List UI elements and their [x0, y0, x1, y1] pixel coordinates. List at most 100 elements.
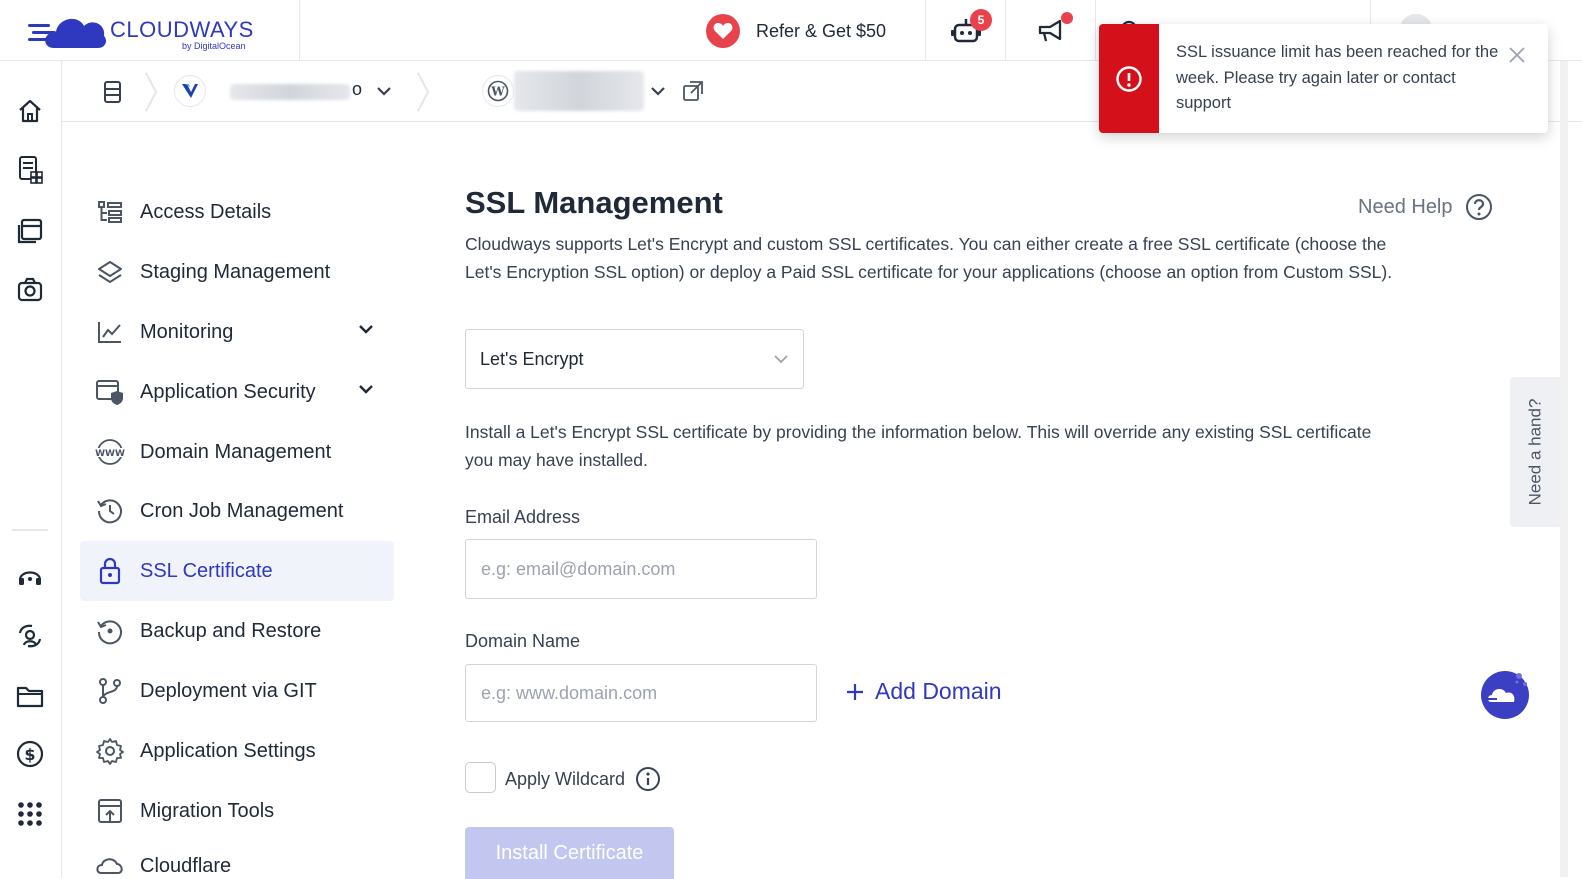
logo[interactable]: CLOUDWAYS by DigitalOcean — [0, 0, 300, 61]
server-list-icon[interactable] — [102, 80, 124, 104]
add-domain-button[interactable]: Add Domain — [845, 678, 1002, 705]
sidebar-item-monitoring[interactable]: Monitoring — [80, 302, 394, 362]
server-name-suffix: o — [352, 79, 363, 99]
chatbot-icon[interactable] — [1479, 668, 1531, 720]
chevron-down-icon[interactable] — [650, 85, 666, 97]
wildcard-checkbox[interactable] — [465, 762, 496, 793]
rail-divider — [12, 529, 48, 531]
page-title: SSL Management — [465, 185, 723, 220]
info-icon[interactable] — [635, 766, 661, 792]
toast-message: SSL issuance limit has been reached for … — [1176, 43, 1499, 112]
email-field[interactable] — [465, 539, 817, 599]
need-help-link[interactable]: Need Help — [1358, 193, 1493, 221]
sidebar-item-label: Access Details — [140, 200, 272, 223]
sidebar-item-label: Staging Management — [140, 260, 331, 283]
need-a-hand-tab[interactable]: Need a hand? — [1510, 377, 1560, 527]
notification-badge: 5 — [970, 9, 992, 31]
chevron-down-icon — [774, 355, 788, 364]
breadcrumb-separator-icon — [145, 72, 158, 112]
install-certificate-button[interactable]: Install Certificate — [465, 827, 674, 879]
breadcrumb-separator-icon — [417, 72, 430, 112]
home-icon[interactable] — [15, 96, 45, 126]
sidebar-item-domain-management[interactable]: WWW Domain Management — [80, 422, 394, 482]
intro-text: Cloudways supports Let's Encrypt and cus… — [465, 234, 1393, 282]
projects-icon[interactable] — [15, 681, 45, 711]
chevron-down-icon[interactable] — [358, 383, 374, 395]
sidebar-item-label: Monitoring — [140, 320, 234, 343]
sidebar-item-label: Cron Job Management — [140, 499, 344, 522]
migration-icon — [80, 797, 140, 825]
support-icon[interactable] — [15, 561, 45, 591]
brand-name: CLOUDWAYS — [110, 17, 254, 42]
access-details-icon — [80, 200, 140, 224]
applications-icon[interactable] — [15, 216, 45, 246]
megaphone-icon — [1038, 19, 1061, 41]
chevron-down-icon[interactable] — [358, 323, 374, 335]
sidebar-item-staging[interactable]: Staging Management — [80, 242, 394, 302]
bot-button[interactable]: 5 — [925, 0, 1005, 61]
error-toast: SSL issuance limit has been reached for … — [1099, 24, 1548, 133]
sidebar-item-label: Application Settings — [140, 739, 316, 762]
chart-line-icon — [80, 320, 140, 344]
backup-icon — [80, 617, 140, 645]
sidebar-item-git-deployment[interactable]: Deployment via GIT — [80, 661, 394, 721]
plus-icon — [847, 683, 863, 700]
wildcard-label: Apply Wildcard — [505, 768, 626, 789]
domain-field[interactable] — [465, 664, 817, 722]
refer-link[interactable]: Refer & Get $50 — [706, 14, 886, 48]
sidebar-item-app-security[interactable]: Application Security — [80, 362, 394, 422]
chevron-down-icon[interactable] — [376, 85, 392, 97]
team-icon[interactable] — [15, 621, 45, 651]
sidebar-item-access-details[interactable]: Access Details — [80, 182, 394, 242]
www-icon: WWW — [80, 438, 140, 466]
add-domain-label: Add Domain — [875, 678, 1002, 704]
icon-rail: $ — [0, 61, 62, 877]
question-icon — [1465, 194, 1492, 220]
cloudflare-icon — [80, 855, 140, 875]
git-branch-icon — [80, 677, 140, 705]
svg-text:WWW: WWW — [95, 449, 125, 459]
announcement-dot — [1061, 12, 1073, 24]
addons-icon[interactable] — [15, 275, 45, 305]
server-name-redacted[interactable] — [230, 84, 350, 100]
alert-circle-icon — [1116, 65, 1142, 92]
close-icon[interactable] — [1508, 46, 1526, 64]
svg-text:$: $ — [24, 745, 35, 764]
apps-grid-icon[interactable] — [15, 799, 45, 829]
sidebar-item-label: Backup and Restore — [140, 619, 322, 642]
ssl-type-value: Let's Encrypt — [480, 348, 584, 369]
app-name-redacted[interactable] — [514, 71, 644, 111]
sidebar-item-label: Application Security — [140, 380, 316, 403]
wordpress-icon: W — [482, 75, 514, 107]
need-help-label: Need Help — [1358, 195, 1453, 218]
layers-icon — [80, 260, 140, 284]
sidebar-item-label: SSL Certificate — [140, 559, 273, 582]
toast-accent — [1099, 24, 1159, 133]
need-a-hand-label: Need a hand? — [1525, 398, 1545, 506]
sidebar-item-backup-restore[interactable]: Backup and Restore — [80, 601, 394, 661]
history-icon — [80, 497, 140, 525]
vultr-icon — [174, 75, 206, 107]
sidebar-item-cron-jobs[interactable]: Cron Job Management — [80, 481, 394, 541]
sidebar-item-label: Cloudflare — [140, 855, 232, 877]
external-link-icon[interactable] — [682, 80, 704, 102]
lock-icon — [80, 557, 140, 585]
sidebar-item-migration-tools[interactable]: Migration Tools — [80, 781, 394, 841]
sidebar-item-app-settings[interactable]: Application Settings — [80, 721, 394, 781]
gear-icon — [80, 737, 140, 765]
brand-sub: by DigitalOcean — [182, 41, 246, 51]
billing-icon[interactable]: $ — [15, 739, 45, 769]
servers-icon[interactable] — [15, 155, 45, 185]
scrollbar[interactable] — [1560, 61, 1568, 877]
ssl-type-select[interactable]: Let's Encrypt — [465, 329, 804, 389]
wildcard-option: Apply Wildcard — [505, 766, 661, 792]
svg-text:W: W — [490, 85, 505, 99]
domain-label: Domain Name — [465, 631, 581, 651]
sidebar-item-cloudflare[interactable]: Cloudflare — [80, 841, 394, 877]
shield-window-icon — [80, 378, 140, 406]
sidebar-item-label: Domain Management — [140, 440, 332, 463]
announcements-button[interactable] — [1005, 0, 1095, 61]
sidebar-item-label: Deployment via GIT — [140, 679, 317, 702]
sidebar-item-ssl-certificate[interactable]: SSL Certificate — [80, 541, 394, 601]
heart-icon — [706, 14, 740, 48]
